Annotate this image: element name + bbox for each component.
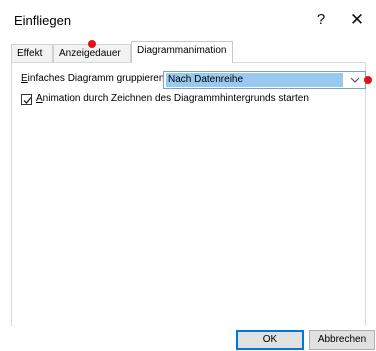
dialog-titlebar: Einfliegen ? ✕ bbox=[0, 0, 376, 40]
group-label: Einfaches Diagramm gruppieren: bbox=[21, 73, 167, 84]
tab-diagrammanimation[interactable]: Diagrammanimation bbox=[131, 41, 233, 63]
group-label-access-key: E bbox=[21, 73, 28, 84]
close-button[interactable]: ✕ bbox=[342, 8, 372, 32]
animation-checkbox-label: Animation durch Zeichnen des Diagrammhin… bbox=[36, 93, 309, 104]
animation-checkbox[interactable] bbox=[21, 94, 32, 105]
tab-effekt[interactable]: Effekt bbox=[11, 44, 53, 62]
animation-label-access-key: A bbox=[36, 93, 43, 104]
help-button[interactable]: ? bbox=[306, 8, 336, 32]
dialog-title: Einfliegen bbox=[14, 13, 72, 28]
tab-panel: Einfaches Diagramm gruppieren: Nach Date… bbox=[11, 62, 366, 326]
cancel-button[interactable]: Abbrechen bbox=[309, 330, 375, 350]
ok-button[interactable]: OK bbox=[236, 330, 304, 350]
group-select[interactable]: Nach Datenreihe bbox=[163, 71, 366, 89]
group-select-value: Nach Datenreihe bbox=[166, 73, 343, 87]
group-label-text: infaches Diagramm gruppieren: bbox=[27, 73, 168, 84]
tab-strip: Effekt Anzeigedauer Diagrammanimation bbox=[11, 41, 366, 63]
marker-dot-dropdown bbox=[364, 76, 372, 84]
chevron-down-icon[interactable] bbox=[348, 73, 362, 87]
checkmark-icon bbox=[23, 97, 32, 104]
animation-label-text: nimation durch Zeichnen des Diagrammhint… bbox=[42, 93, 309, 104]
button-bar: OK Abbrechen bbox=[0, 326, 376, 351]
marker-dot-tab bbox=[88, 40, 96, 48]
